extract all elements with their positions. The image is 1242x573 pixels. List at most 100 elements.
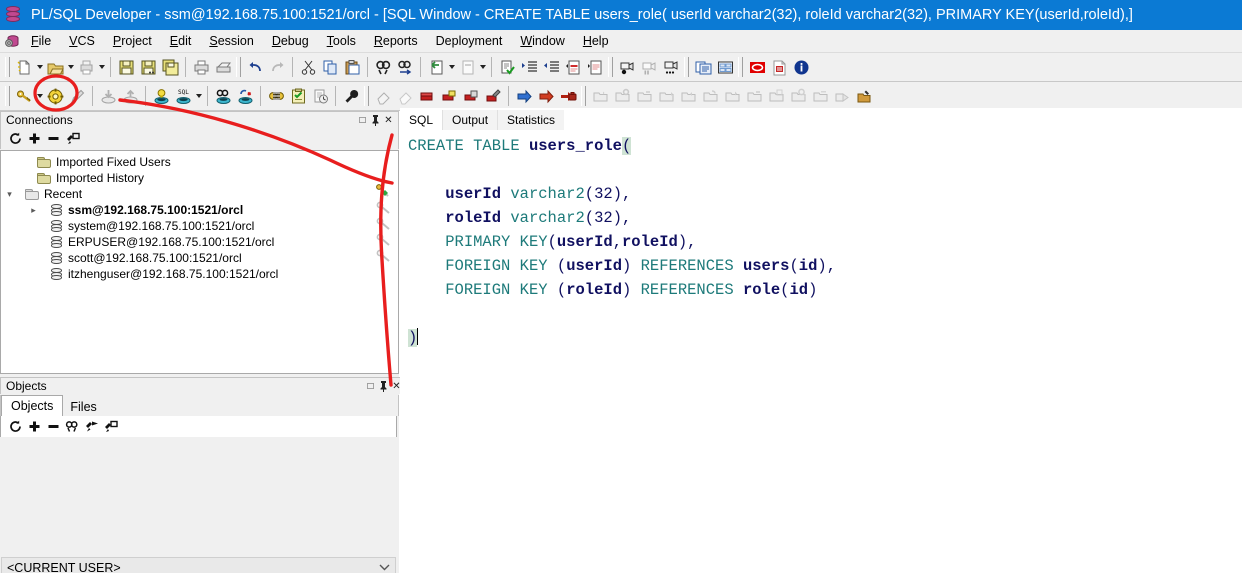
eraser-icon[interactable] bbox=[372, 85, 394, 107]
objects-restore-icon[interactable]: □ bbox=[364, 379, 377, 393]
syntax-check-icon[interactable] bbox=[496, 56, 518, 78]
objects-edit-icon[interactable] bbox=[101, 418, 120, 436]
connection-tree-item[interactable]: scott@192.168.75.100:1521/orcl bbox=[1, 250, 398, 266]
test-icon[interactable] bbox=[265, 85, 287, 107]
save-as-icon[interactable] bbox=[137, 56, 159, 78]
print-icon[interactable] bbox=[190, 56, 212, 78]
menu-file[interactable]: File bbox=[22, 32, 60, 50]
step-over-icon[interactable] bbox=[535, 85, 557, 107]
refresh-icon[interactable] bbox=[6, 130, 25, 148]
debug-4-icon[interactable] bbox=[655, 85, 677, 107]
connect-icon[interactable] bbox=[212, 85, 234, 107]
record-macro-icon[interactable] bbox=[616, 56, 638, 78]
new-document-icon[interactable] bbox=[13, 56, 35, 78]
window-list-icon[interactable] bbox=[692, 56, 714, 78]
add-icon[interactable] bbox=[25, 130, 44, 148]
upload-icon[interactable] bbox=[119, 85, 141, 107]
objects-find-icon[interactable] bbox=[63, 418, 82, 436]
download-icon[interactable] bbox=[97, 85, 119, 107]
connection-tree-item[interactable]: ▾ Recent bbox=[1, 186, 398, 202]
connection-tree-item[interactable]: ERPUSER@192.168.75.100:1521/orcl bbox=[1, 234, 398, 250]
edit-connection-icon[interactable] bbox=[63, 130, 82, 148]
eraser-2-icon[interactable] bbox=[394, 85, 416, 107]
connection-tree-item[interactable]: Imported History bbox=[1, 170, 398, 186]
connection-tree-item[interactable]: itzhenguser@192.168.75.100:1521/orcl bbox=[1, 266, 398, 282]
wrench-icon[interactable] bbox=[340, 85, 362, 107]
connection-tree-item[interactable]: system@192.168.75.100:1521/orcl bbox=[1, 218, 398, 234]
debug-11-icon[interactable] bbox=[809, 85, 831, 107]
paste-icon[interactable] bbox=[341, 56, 363, 78]
objects-filter-icon[interactable] bbox=[82, 418, 101, 436]
debug-12-icon[interactable] bbox=[831, 85, 853, 107]
debug-8-icon[interactable] bbox=[743, 85, 765, 107]
breakpoint-edit-icon[interactable] bbox=[482, 85, 504, 107]
export-icon[interactable] bbox=[456, 56, 478, 78]
new-object-icon[interactable]: SQL bbox=[172, 85, 194, 107]
import-icon[interactable] bbox=[425, 56, 447, 78]
breakpoint-remove-icon[interactable] bbox=[460, 85, 482, 107]
find-next-icon[interactable] bbox=[394, 56, 416, 78]
close-icon[interactable]: ✕ bbox=[382, 113, 395, 127]
undo-icon[interactable] bbox=[244, 56, 266, 78]
outdent-icon[interactable] bbox=[540, 56, 562, 78]
save-all-icon[interactable] bbox=[159, 56, 181, 78]
toolbar-grip-4[interactable] bbox=[684, 57, 689, 77]
toolbar-grip-5[interactable] bbox=[738, 57, 743, 77]
toolbar2-grip-2[interactable] bbox=[364, 86, 369, 106]
copy-icon[interactable] bbox=[319, 56, 341, 78]
gear-sessions-icon[interactable] bbox=[44, 85, 66, 107]
cut-icon[interactable] bbox=[297, 56, 319, 78]
save-icon[interactable] bbox=[115, 56, 137, 78]
menu-project[interactable]: Project bbox=[104, 32, 161, 50]
print-setup-icon[interactable] bbox=[212, 56, 234, 78]
uncomment-icon[interactable] bbox=[584, 56, 606, 78]
play-macro-icon[interactable] bbox=[660, 56, 682, 78]
export-dropdown-icon[interactable] bbox=[478, 56, 487, 78]
key-icon[interactable] bbox=[13, 85, 35, 107]
owner-select[interactable]: <CURRENT USER> bbox=[1, 557, 396, 573]
debug-5-icon[interactable] bbox=[677, 85, 699, 107]
step-into-icon[interactable] bbox=[513, 85, 535, 107]
run-icon[interactable] bbox=[557, 85, 579, 107]
new-document-dropdown-icon[interactable] bbox=[35, 56, 44, 78]
toolbar-grip[interactable] bbox=[5, 57, 10, 77]
debug-9-icon[interactable] bbox=[765, 85, 787, 107]
pencil-icon[interactable] bbox=[66, 85, 88, 107]
tab-output[interactable]: Output bbox=[442, 110, 498, 130]
menu-reports[interactable]: Reports bbox=[365, 32, 427, 50]
sql-code-editor[interactable]: CREATE TABLE users_role( userId varchar2… bbox=[400, 130, 1242, 573]
objects-pin-icon[interactable] bbox=[377, 379, 390, 393]
indent-icon[interactable] bbox=[518, 56, 540, 78]
menu-window[interactable]: Window bbox=[511, 32, 573, 50]
debug-3-icon[interactable] bbox=[633, 85, 655, 107]
key-dropdown-icon[interactable] bbox=[35, 85, 44, 107]
report-icon[interactable] bbox=[309, 85, 331, 107]
connection-tree-item[interactable]: Imported Fixed Users bbox=[1, 154, 398, 170]
open-folder-icon[interactable] bbox=[44, 56, 66, 78]
tab-objects[interactable]: Objects bbox=[1, 395, 64, 416]
connections-tree[interactable]: Imported Fixed Users Imported History ▾ Rec… bbox=[0, 150, 399, 374]
menu-debug[interactable]: Debug bbox=[263, 32, 318, 50]
tab-files[interactable]: Files bbox=[63, 398, 103, 416]
objects-add-icon[interactable] bbox=[25, 418, 44, 436]
app-system-icon[interactable] bbox=[2, 32, 22, 50]
objects-remove-icon[interactable] bbox=[44, 418, 63, 436]
breakpoint-add-icon[interactable] bbox=[438, 85, 460, 107]
pause-macro-icon[interactable] bbox=[638, 56, 660, 78]
print-preview-icon[interactable] bbox=[75, 56, 97, 78]
toolbar-grip-3[interactable] bbox=[608, 57, 613, 77]
debug-10-icon[interactable] bbox=[787, 85, 809, 107]
toolbar2-grip-3[interactable] bbox=[581, 86, 586, 106]
toolbar-grip-2[interactable] bbox=[236, 57, 241, 77]
debug-7-icon[interactable] bbox=[721, 85, 743, 107]
breakpoint-icon[interactable] bbox=[416, 85, 438, 107]
disconnect-icon[interactable] bbox=[234, 85, 256, 107]
redo-icon[interactable] bbox=[266, 56, 288, 78]
tile-windows-icon[interactable] bbox=[714, 56, 736, 78]
tab-sql[interactable]: SQL bbox=[400, 110, 443, 130]
chevron-down-icon[interactable] bbox=[373, 564, 395, 571]
pin-icon[interactable] bbox=[369, 113, 382, 127]
open-folder-dropdown-icon[interactable] bbox=[66, 56, 75, 78]
menu-deployment[interactable]: Deployment bbox=[427, 32, 512, 50]
objects-refresh-icon[interactable] bbox=[6, 418, 25, 436]
